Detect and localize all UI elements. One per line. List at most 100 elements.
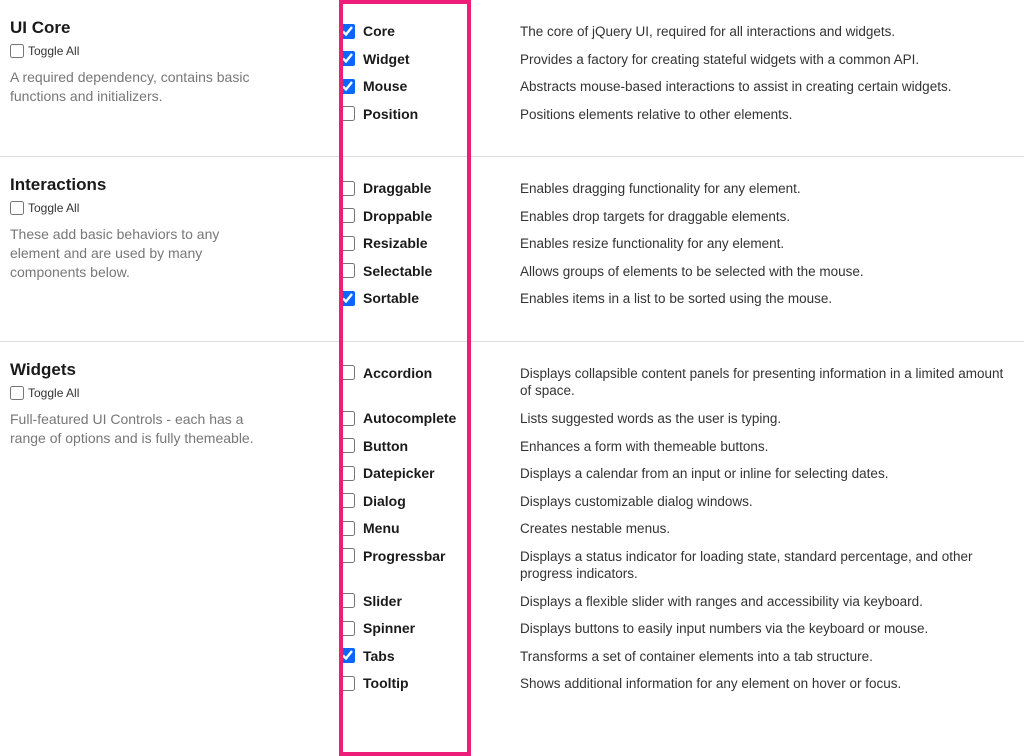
component-row: Droppable Enables drop targets for dragga… <box>340 203 1014 231</box>
component-label[interactable]: Tooltip <box>363 675 409 691</box>
component-checkbox[interactable] <box>340 106 355 121</box>
component-checkbox[interactable] <box>340 263 355 278</box>
component-label[interactable]: Spinner <box>363 620 415 636</box>
component-control: Spinner <box>340 620 520 636</box>
component-description: Displays a flexible slider with ranges a… <box>520 593 1014 611</box>
section-widgets: Widgets Toggle All Full-featured UI Contro… <box>0 342 1024 726</box>
component-description: Transforms a set of container elements i… <box>520 648 1014 666</box>
component-control: Sortable <box>340 290 520 306</box>
component-description: Positions elements relative to other ele… <box>520 106 1014 124</box>
component-control: Datepicker <box>340 465 520 481</box>
section-left: Widgets Toggle All Full-featured UI Contro… <box>10 360 340 698</box>
component-checkbox[interactable] <box>340 411 355 426</box>
component-control: Position <box>340 106 520 122</box>
toggle-all-row: Toggle All <box>10 201 320 215</box>
component-label[interactable]: Sortable <box>363 290 419 306</box>
component-control: Button <box>340 438 520 454</box>
section-items: AccordionDisplays collapsible content pa… <box>340 360 1014 698</box>
component-label[interactable]: Core <box>363 23 395 39</box>
component-row: Slider Displays a flexible slider with ra… <box>340 588 1014 616</box>
section-title: UI Core <box>10 18 320 38</box>
toggle-all-label[interactable]: Toggle All <box>28 44 79 58</box>
component-checkbox[interactable] <box>340 51 355 66</box>
component-row: Position Positions elements relative to o… <box>340 101 1014 129</box>
component-label[interactable]: Selectable <box>363 263 432 279</box>
component-description: Allows groups of elements to be selected… <box>520 263 1014 281</box>
component-checkbox[interactable] <box>340 621 355 636</box>
component-description: Enables drop targets for draggable eleme… <box>520 208 1014 226</box>
component-description: Shows additional information for any ele… <box>520 675 1014 693</box>
component-label[interactable]: Droppable <box>363 208 432 224</box>
component-description: Enables dragging functionality for any e… <box>520 180 1014 198</box>
toggle-all-checkbox[interactable] <box>10 44 24 58</box>
component-checkbox[interactable] <box>340 521 355 536</box>
section-ui-core: UI CoreToggle AllA required dependency, … <box>0 0 1024 157</box>
toggle-all-checkbox[interactable] <box>10 201 24 215</box>
component-checkbox[interactable] <box>340 181 355 196</box>
component-checkbox[interactable] <box>340 493 355 508</box>
component-checkbox[interactable] <box>340 24 355 39</box>
component-checkbox[interactable] <box>340 236 355 251</box>
section-left: UI CoreToggle AllA required dependency, … <box>10 18 340 128</box>
component-row: Resizable Enables resize functionality fo… <box>340 230 1014 258</box>
toggle-all-checkbox[interactable] <box>10 386 24 400</box>
section-items: Draggable Enables dragging functionality … <box>340 175 1014 313</box>
component-checkbox[interactable] <box>340 593 355 608</box>
component-control: Menu <box>340 520 520 536</box>
section-left: Interactions Toggle All These add basic be… <box>10 175 340 313</box>
component-control: Autocomplete <box>340 410 520 426</box>
component-control: Slider <box>340 593 520 609</box>
component-control: Widget <box>340 51 520 67</box>
component-row: Datepicker Displays a calendar from an in… <box>340 460 1014 488</box>
component-label[interactable]: Dialog <box>363 493 406 509</box>
component-label[interactable]: Menu <box>363 520 400 536</box>
component-checkbox[interactable] <box>340 208 355 223</box>
component-description: Displays a status indicator for loading … <box>520 548 1014 583</box>
component-row: Sortable Enables items in a list to be so… <box>340 285 1014 313</box>
component-control: Dialog <box>340 493 520 509</box>
component-label[interactable]: Slider <box>363 593 402 609</box>
component-control: Draggable <box>340 180 520 196</box>
component-label[interactable]: Tabs <box>363 648 395 664</box>
component-checkbox[interactable] <box>340 676 355 691</box>
component-label[interactable]: Resizable <box>363 235 428 251</box>
component-checkbox[interactable] <box>340 291 355 306</box>
component-description: Displays a calendar from an input or inl… <box>520 465 1014 483</box>
section-items: CoreThe core of jQuery UI, required for … <box>340 18 1014 128</box>
toggle-all-label[interactable]: Toggle All <box>28 386 79 400</box>
component-checkbox[interactable] <box>340 548 355 563</box>
component-checkbox[interactable] <box>340 438 355 453</box>
component-description: Enables resize functionality for any ele… <box>520 235 1014 253</box>
component-label[interactable]: Position <box>363 106 418 122</box>
section-title: Widgets <box>10 360 320 380</box>
component-label[interactable]: Widget <box>363 51 410 67</box>
component-checkbox[interactable] <box>340 79 355 94</box>
section-description: These add basic behaviors to any element… <box>10 225 270 282</box>
component-label[interactable]: Accordion <box>363 365 432 381</box>
component-row: Selectable Allows groups of elements to b… <box>340 258 1014 286</box>
component-description: Creates nestable menus. <box>520 520 1014 538</box>
component-checkbox[interactable] <box>340 365 355 380</box>
component-checkbox[interactable] <box>340 466 355 481</box>
section-description: Full-featured UI Controls - each has a r… <box>10 410 270 448</box>
toggle-all-label[interactable]: Toggle All <box>28 201 79 215</box>
component-row: ButtonEnhances a form with themeable but… <box>340 433 1014 461</box>
component-row: AccordionDisplays collapsible content pa… <box>340 360 1014 405</box>
section-title: Interactions <box>10 175 320 195</box>
component-label[interactable]: Datepicker <box>363 465 435 481</box>
toggle-all-row: Toggle All <box>10 386 320 400</box>
component-label[interactable]: Draggable <box>363 180 431 196</box>
component-description: Enables items in a list to be sorted usi… <box>520 290 1014 308</box>
component-row: DialogDisplays customizable dialog windo… <box>340 488 1014 516</box>
component-label[interactable]: Autocomplete <box>363 410 456 426</box>
component-label[interactable]: Progressbar <box>363 548 445 564</box>
component-row: AutocompleteLists suggested words as the… <box>340 405 1014 433</box>
component-label[interactable]: Button <box>363 438 408 454</box>
component-row: CoreThe core of jQuery UI, required for … <box>340 18 1014 46</box>
page: UI CoreToggle AllA required dependency, … <box>0 0 1024 726</box>
component-control: Resizable <box>340 235 520 251</box>
component-control: Progressbar <box>340 548 520 564</box>
component-checkbox[interactable] <box>340 648 355 663</box>
component-description: Displays buttons to easily input numbers… <box>520 620 1014 638</box>
component-label[interactable]: Mouse <box>363 78 407 94</box>
